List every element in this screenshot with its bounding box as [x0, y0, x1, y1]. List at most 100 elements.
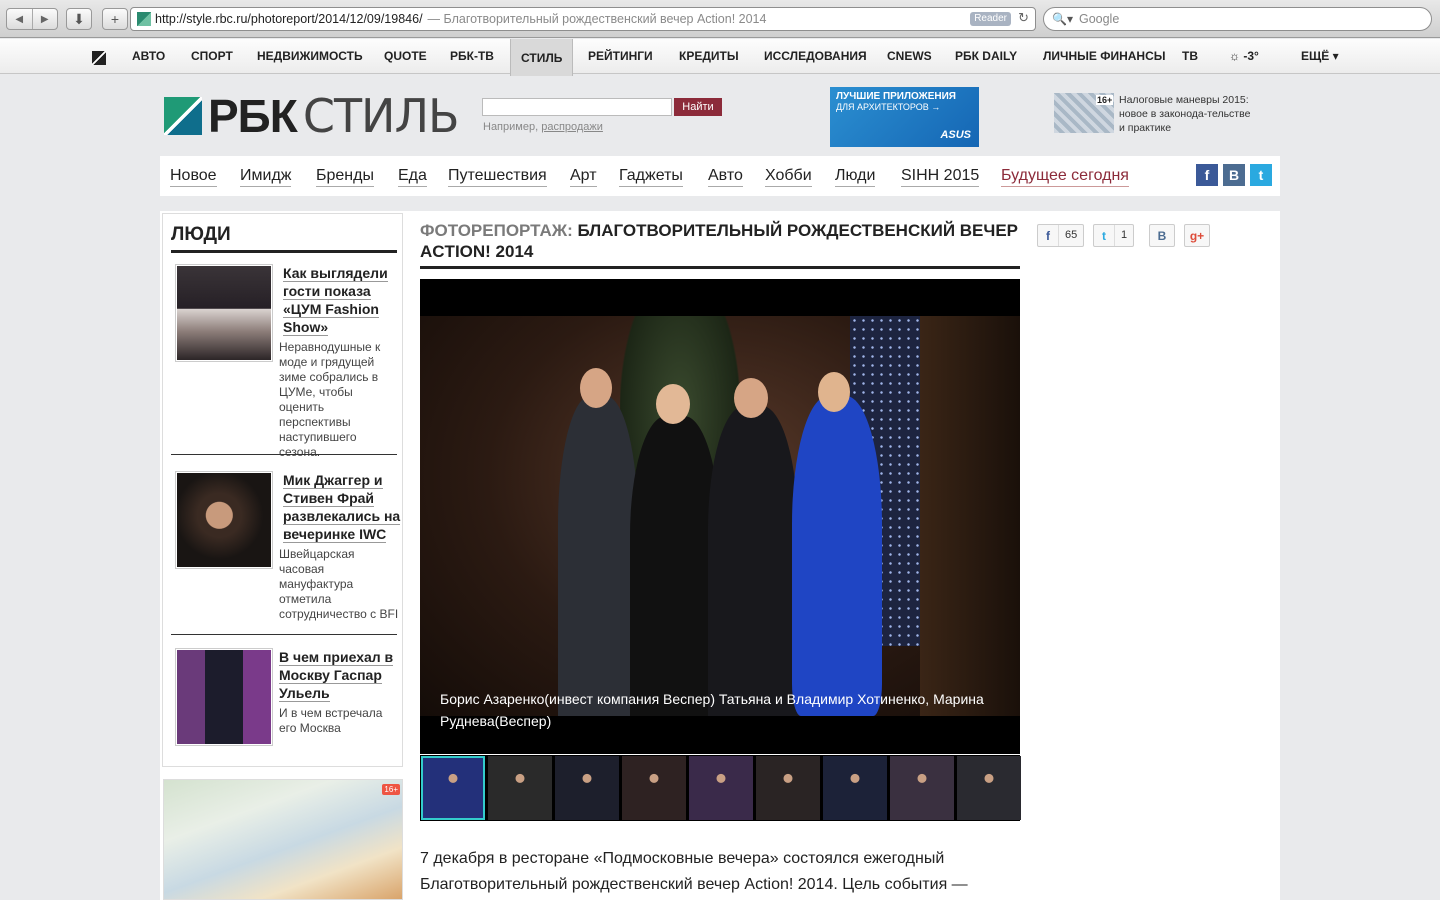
reload-icon[interactable]: ↻ — [1018, 10, 1029, 26]
site-search-input[interactable] — [482, 98, 672, 116]
twitter-icon: t — [1102, 228, 1106, 243]
sidebar-item-title[interactable]: Мик Джаггер и Стивен Фрай развлекались н… — [283, 471, 401, 543]
rbc-logo-icon[interactable] — [92, 51, 106, 65]
gallery-main-photo[interactable] — [420, 316, 1020, 716]
ad-asus-subline: ДЛЯ АРХИТЕКТОРОВ → — [836, 102, 941, 112]
cat-new[interactable]: Новое — [170, 166, 217, 187]
search-hint: Например, распродажи — [483, 121, 603, 133]
person-3 — [708, 406, 798, 716]
portal-link-style-active[interactable]: СТИЛЬ — [510, 39, 574, 76]
site-search-button[interactable]: Найти — [674, 98, 722, 116]
cat-brands[interactable]: Бренды — [316, 166, 374, 187]
logo-rbk-text: РБК — [208, 90, 298, 142]
sidebar-thumb[interactable] — [175, 648, 273, 746]
person-4 — [792, 396, 882, 716]
logo-mark-icon — [164, 97, 202, 135]
portal-link-sport[interactable]: СПОРТ — [191, 39, 233, 74]
facebook-icon: f — [1046, 228, 1050, 243]
rbc-style-logo[interactable]: РБК СТИЛЬ — [164, 89, 460, 143]
cat-travel[interactable]: Путешествия — [448, 166, 547, 187]
new-tab-button[interactable]: + — [102, 8, 128, 30]
sidebar-item-title[interactable]: Как выглядели гости показа «ЦУМ Fashion … — [283, 264, 401, 336]
gallery-thumb[interactable] — [488, 756, 552, 820]
weather-icon: ☼ — [1229, 49, 1240, 63]
googleplus-icon: g+ — [1189, 228, 1205, 243]
person-1-head — [580, 368, 612, 408]
share-facebook[interactable]: f 65 — [1037, 224, 1085, 247]
forward-button[interactable]: ▶ — [33, 9, 58, 29]
age-rating-badge: 16+ — [1096, 95, 1114, 105]
cat-food[interactable]: Еда — [398, 166, 427, 187]
cat-image[interactable]: Имидж — [240, 166, 292, 187]
search-hint-prefix: Например, — [483, 121, 539, 133]
sidebar-thumb[interactable] — [175, 264, 273, 362]
back-button[interactable]: ◀ — [7, 9, 33, 29]
twitter-icon[interactable]: t — [1250, 164, 1272, 186]
person-3-head — [734, 378, 768, 418]
cat-people[interactable]: Люди — [835, 166, 876, 187]
portal-link-credits[interactable]: КРЕДИТЫ — [679, 39, 739, 74]
gallery-thumb[interactable] — [890, 756, 954, 820]
person-1 — [558, 396, 638, 716]
weather-widget[interactable]: ☼ -3° — [1229, 39, 1259, 74]
chevron-down-icon: ▾ — [1332, 49, 1339, 63]
rbc-portal-bar: АВТО СПОРТ НЕДВИЖИМОСТЬ QUOTE РБК-ТВ СТИ… — [0, 39, 1440, 76]
ad-asus-headline: ЛУЧШИЕ ПРИЛОЖЕНИЯ — [836, 91, 956, 102]
portal-link-auto[interactable]: АВТО — [132, 39, 165, 74]
age-rating-badge: 16+ — [382, 784, 400, 795]
sidebar-rule — [171, 250, 397, 253]
share-twitter[interactable]: t 1 — [1093, 224, 1135, 247]
portal-link-ratings[interactable]: РЕЙТИНГИ — [588, 39, 653, 74]
ad-banner-money[interactable]: 16+ — [163, 779, 403, 900]
ad-banner-tax[interactable]: 16+ Налоговые маневры 2015: новое в зако… — [1054, 93, 1250, 135]
sidebar-title: ЛЮДИ — [171, 224, 231, 245]
portal-link-tv[interactable]: ТВ — [1182, 39, 1198, 74]
portal-link-research[interactable]: ИССЛЕДОВАНИЯ — [764, 39, 867, 74]
portal-link-finance[interactable]: ЛИЧНЫЕ ФИНАНСЫ — [1043, 39, 1166, 74]
cat-sihh[interactable]: SIHH 2015 — [901, 166, 980, 187]
article-lead: 7 декабря в ресторане «Подмосковные вече… — [420, 850, 968, 893]
person-2-head — [656, 384, 690, 424]
browser-toolbar: ◀ ▶ ⬇ + http://style.rbc.ru/photoreport/… — [0, 0, 1440, 38]
cat-art[interactable]: Арт — [570, 166, 597, 187]
facebook-icon[interactable]: f — [1196, 164, 1218, 186]
share-googleplus[interactable]: g+ — [1184, 224, 1210, 247]
download-icon[interactable]: ⬇ — [66, 8, 92, 30]
browser-search-field[interactable]: 🔍▾ Google — [1043, 7, 1432, 31]
gallery-thumb[interactable] — [756, 756, 820, 820]
gallery-thumb[interactable] — [622, 756, 686, 820]
portal-link-quote[interactable]: QUOTE — [384, 39, 427, 74]
address-bar[interactable]: http://style.rbc.ru/photoreport/2014/12/… — [130, 7, 1036, 31]
sidebar-divider — [171, 454, 397, 455]
portal-link-rbk-daily[interactable]: РБК DAILY — [955, 39, 1017, 74]
sidebar-item-title[interactable]: В чем приехал в Москву Гаспар Ульель — [279, 648, 397, 702]
share-vkontakte[interactable]: B — [1149, 224, 1175, 247]
ad-banner-asus[interactable]: ЛУЧШИЕ ПРИЛОЖЕНИЯ ДЛЯ АРХИТЕКТОРОВ → ASU… — [830, 87, 979, 147]
sidebar-item-desc: И в чем встречала его Москва — [279, 706, 383, 735]
sidebar-item-desc: Неравнодушные к моде и грядущей зиме соб… — [279, 340, 381, 459]
gallery-thumb[interactable] — [823, 756, 887, 820]
portal-link-rbk-tv[interactable]: РБК-ТВ — [450, 39, 494, 74]
gallery-thumb[interactable] — [689, 756, 753, 820]
more-menu[interactable]: ЕЩЁ ▾ — [1301, 39, 1339, 74]
sidebar-thumb[interactable] — [175, 471, 273, 569]
vkontakte-icon[interactable]: B — [1223, 164, 1245, 186]
cat-future-today[interactable]: Будущее сегодня — [1001, 166, 1129, 187]
cat-hobby[interactable]: Хобби — [765, 166, 812, 187]
more-label: ЕЩЁ — [1301, 49, 1330, 63]
sidebar-divider — [171, 634, 397, 635]
people-sidebar: ЛЮДИ Как выглядели гости показа «ЦУМ Fas… — [162, 213, 403, 767]
gallery-thumb[interactable] — [421, 756, 485, 820]
portal-link-realty[interactable]: НЕДВИЖИМОСТЬ — [257, 39, 363, 74]
history-nav: ◀ ▶ — [6, 8, 58, 30]
gallery-thumb[interactable] — [555, 756, 619, 820]
gallery-thumb[interactable] — [957, 756, 1021, 820]
reader-button[interactable]: Reader — [970, 12, 1011, 26]
article-rule — [420, 266, 1020, 269]
search-hint-link[interactable]: распродажи — [541, 121, 603, 133]
cat-gadgets[interactable]: Гаджеты — [619, 166, 683, 187]
portal-link-cnews[interactable]: CNEWS — [887, 39, 932, 74]
ad-asus-brand: ASUS — [940, 129, 971, 141]
sidebar-item-desc: Швейцарская часовая мануфактура отметила… — [279, 547, 399, 621]
cat-auto[interactable]: Авто — [708, 166, 743, 187]
